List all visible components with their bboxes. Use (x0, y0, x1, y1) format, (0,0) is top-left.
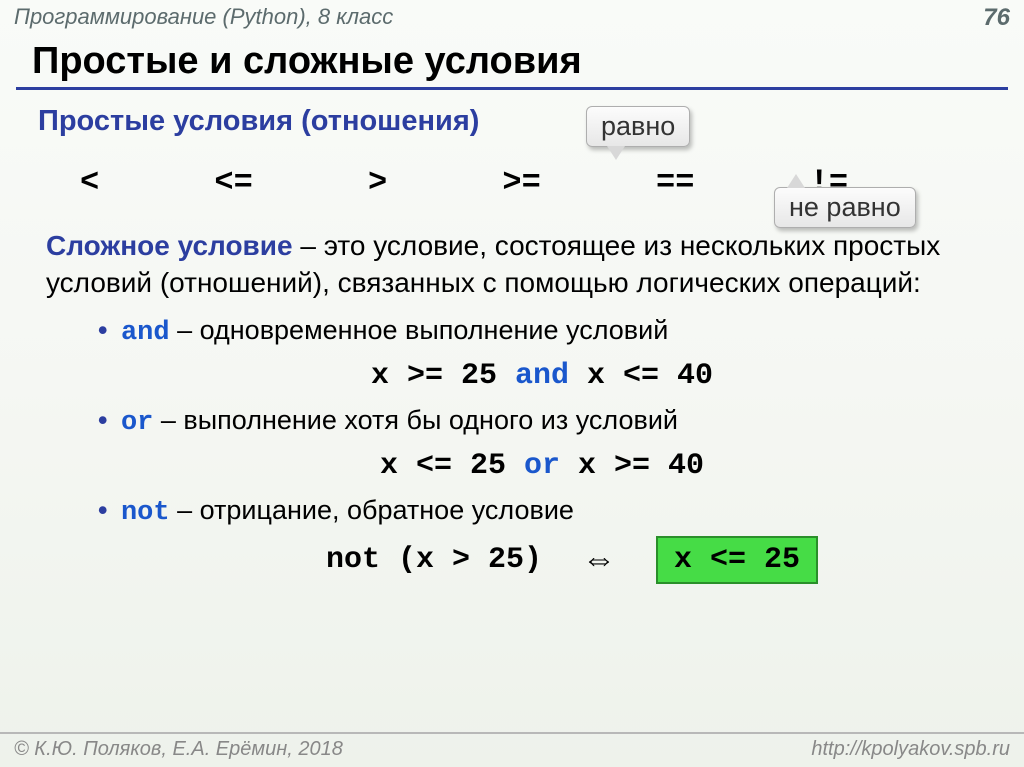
content-area: Простые условия (отношения) < <= > >= ==… (0, 102, 1024, 584)
course-label: Программирование (Python), 8 класс (14, 4, 393, 30)
code-not: not (x > 25) (326, 540, 542, 581)
bullet-list: • and – одновременное выполнение условий… (38, 302, 986, 584)
page-number: 76 (983, 4, 1010, 32)
op-lt: < (80, 164, 99, 201)
keyword-not: not (121, 498, 170, 528)
keyword-and: and (121, 318, 170, 348)
slide-header: Программирование (Python), 8 класс 76 (0, 0, 1024, 32)
callout-equal-text: равно (601, 111, 675, 141)
callout-equal: равно (586, 106, 690, 147)
and-text: – одновременное выполнение условий (170, 315, 669, 345)
or-text: – выполнение хотя бы одного из условий (153, 405, 678, 435)
not-text: – отрицание, обратное условие (170, 495, 574, 525)
code-or: x <= 25 or x >= 40 (98, 442, 986, 489)
keyword-or: or (121, 408, 153, 438)
section-heading: Простые условия (отношения) (38, 102, 479, 141)
op-eq: == (656, 164, 694, 201)
code-or-kw: or (524, 449, 560, 483)
code-or-pre: x <= 25 (380, 449, 524, 483)
slide-title: Простые и сложные условия (0, 32, 1024, 87)
bullet-icon: • (98, 495, 113, 525)
footer-url: http://kpolyakov.spb.ru (811, 738, 1010, 761)
code-and-kw: and (515, 359, 569, 393)
bullet-icon: • (98, 315, 113, 345)
callout-pointer-icon (787, 174, 805, 188)
code-or-post: x >= 40 (560, 449, 704, 483)
definition-text: Сложное условие – это условие, состоящее… (38, 228, 986, 302)
code-not-line: not (x > 25) ⇔ x <= 25 (98, 532, 986, 585)
bullet-or: • or – выполнение хотя бы одного из усло… (98, 402, 986, 441)
bullet-not: • not – отрицание, обратное условие (98, 492, 986, 531)
copyright: © К.Ю. Поляков, Е.А. Ерёмин, 2018 (14, 738, 343, 761)
callout-notequal-text: не равно (789, 192, 901, 222)
bullet-and: • and – одновременное выполнение условий (98, 312, 986, 351)
slide-footer: © К.Ю. Поляков, Е.А. Ерёмин, 2018 http:/… (0, 732, 1024, 767)
callout-notequal: не равно (774, 187, 916, 228)
op-gt: > (368, 164, 387, 201)
op-ge: >= (502, 164, 540, 201)
code-not-kw: not (326, 543, 380, 577)
code-and-post: x <= 40 (569, 359, 713, 393)
code-not-post: (x > 25) (380, 543, 542, 577)
bullet-icon: • (98, 405, 113, 435)
code-and-pre: x >= 25 (371, 359, 515, 393)
code-and: x >= 25 and x <= 40 (98, 352, 986, 399)
op-le: <= (214, 164, 252, 201)
equiv-arrow-icon: ⇔ (582, 537, 616, 583)
equiv-box: x <= 25 (656, 536, 818, 585)
title-underline (16, 87, 1008, 90)
callout-pointer-icon (607, 146, 625, 160)
definition-term: Сложное условие (46, 230, 293, 261)
